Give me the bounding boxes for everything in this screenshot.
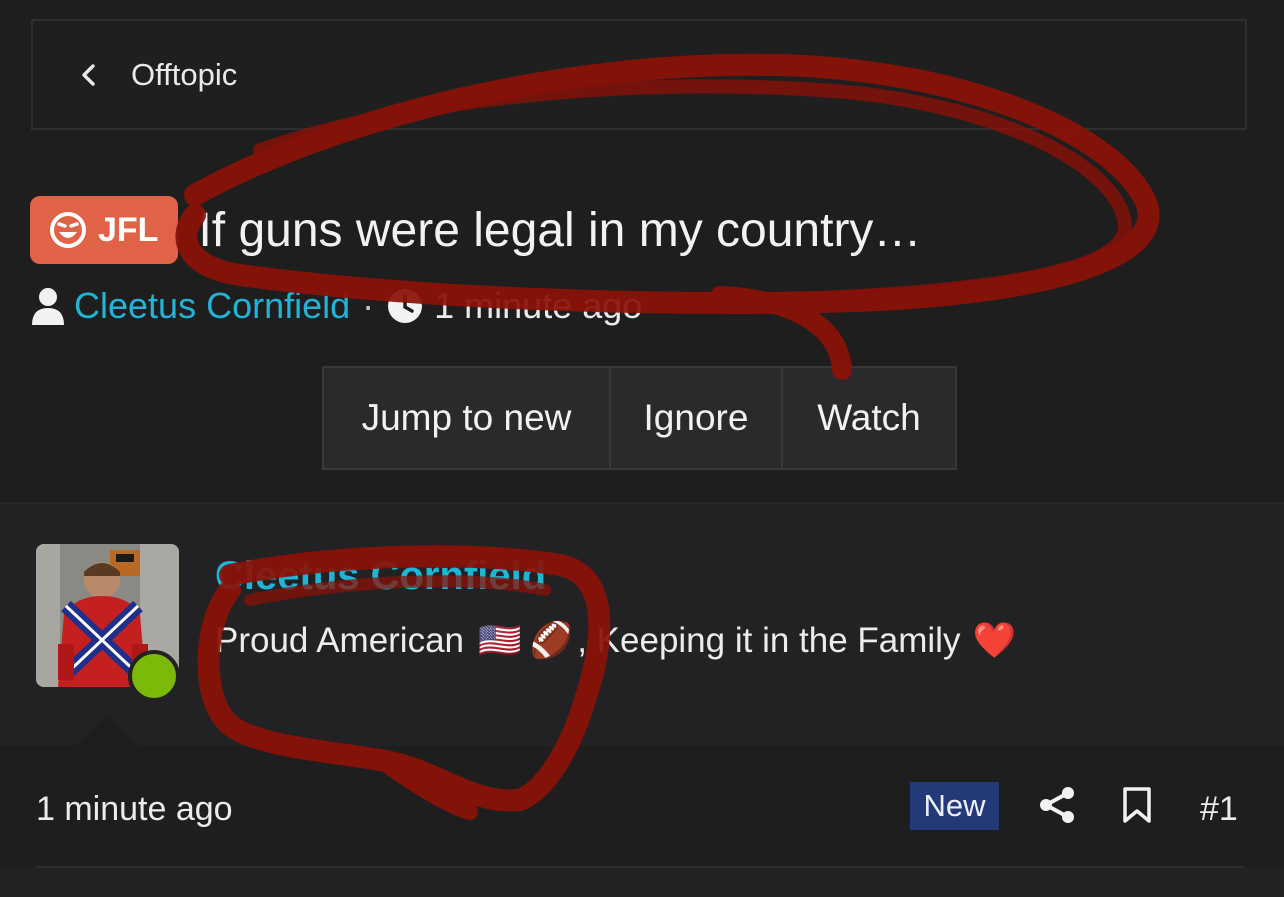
post: Cleetus Cornfield Proud American 🇺🇸 🏈 , … xyxy=(0,502,1284,897)
thread-action-bar: Jump to new Ignore Watch xyxy=(322,366,957,470)
user-title: Proud American 🇺🇸 🏈 , Keeping it in the … xyxy=(215,620,1020,661)
online-status-indicator xyxy=(128,650,180,702)
post-number-link[interactable]: #1 xyxy=(1200,790,1238,829)
ignore-button[interactable]: Ignore xyxy=(611,366,783,470)
jump-to-new-button[interactable]: Jump to new xyxy=(322,366,611,470)
divider xyxy=(36,866,1243,868)
thread-prefix-label: JFL xyxy=(98,210,159,249)
us-flag-icon: 🇺🇸 xyxy=(478,621,522,660)
clock-icon xyxy=(388,289,423,323)
bookmark-icon[interactable] xyxy=(1122,786,1152,824)
heart-icon: ❤️ xyxy=(972,621,1017,660)
meta-separator: · xyxy=(362,285,375,326)
post-username[interactable]: Cleetus Cornfield xyxy=(215,554,546,599)
chevron-left-icon xyxy=(77,63,101,87)
post-footer: 1 minute ago New #1 xyxy=(0,714,1284,867)
breadcrumb-label[interactable]: Offtopic xyxy=(131,57,237,93)
new-badge: New xyxy=(910,782,999,830)
thread-title-row: JFL If guns were legal in my country… xyxy=(30,196,921,264)
thread-prefix-badge[interactable]: JFL xyxy=(30,196,179,264)
football-icon: 🏈 xyxy=(529,621,574,660)
user-icon xyxy=(32,288,64,325)
breadcrumb[interactable]: Offtopic xyxy=(31,19,1247,130)
watch-button[interactable]: Watch xyxy=(783,366,957,470)
thread-time[interactable]: 1 minute ago xyxy=(434,285,642,327)
user-title-text: Proud American xyxy=(215,620,465,660)
thread-author-link[interactable]: Cleetus Cornfield xyxy=(74,285,350,327)
message-caret xyxy=(74,714,140,747)
post-time[interactable]: 1 minute ago xyxy=(36,790,233,829)
laughing-face-icon xyxy=(50,212,86,248)
thread-meta: Cleetus Cornfield · 1 minute ago xyxy=(30,285,642,327)
thread-title: If guns were legal in my country… xyxy=(198,203,922,257)
user-title-rest: , Keeping it in the Family xyxy=(577,620,961,660)
share-icon[interactable] xyxy=(1038,786,1076,824)
